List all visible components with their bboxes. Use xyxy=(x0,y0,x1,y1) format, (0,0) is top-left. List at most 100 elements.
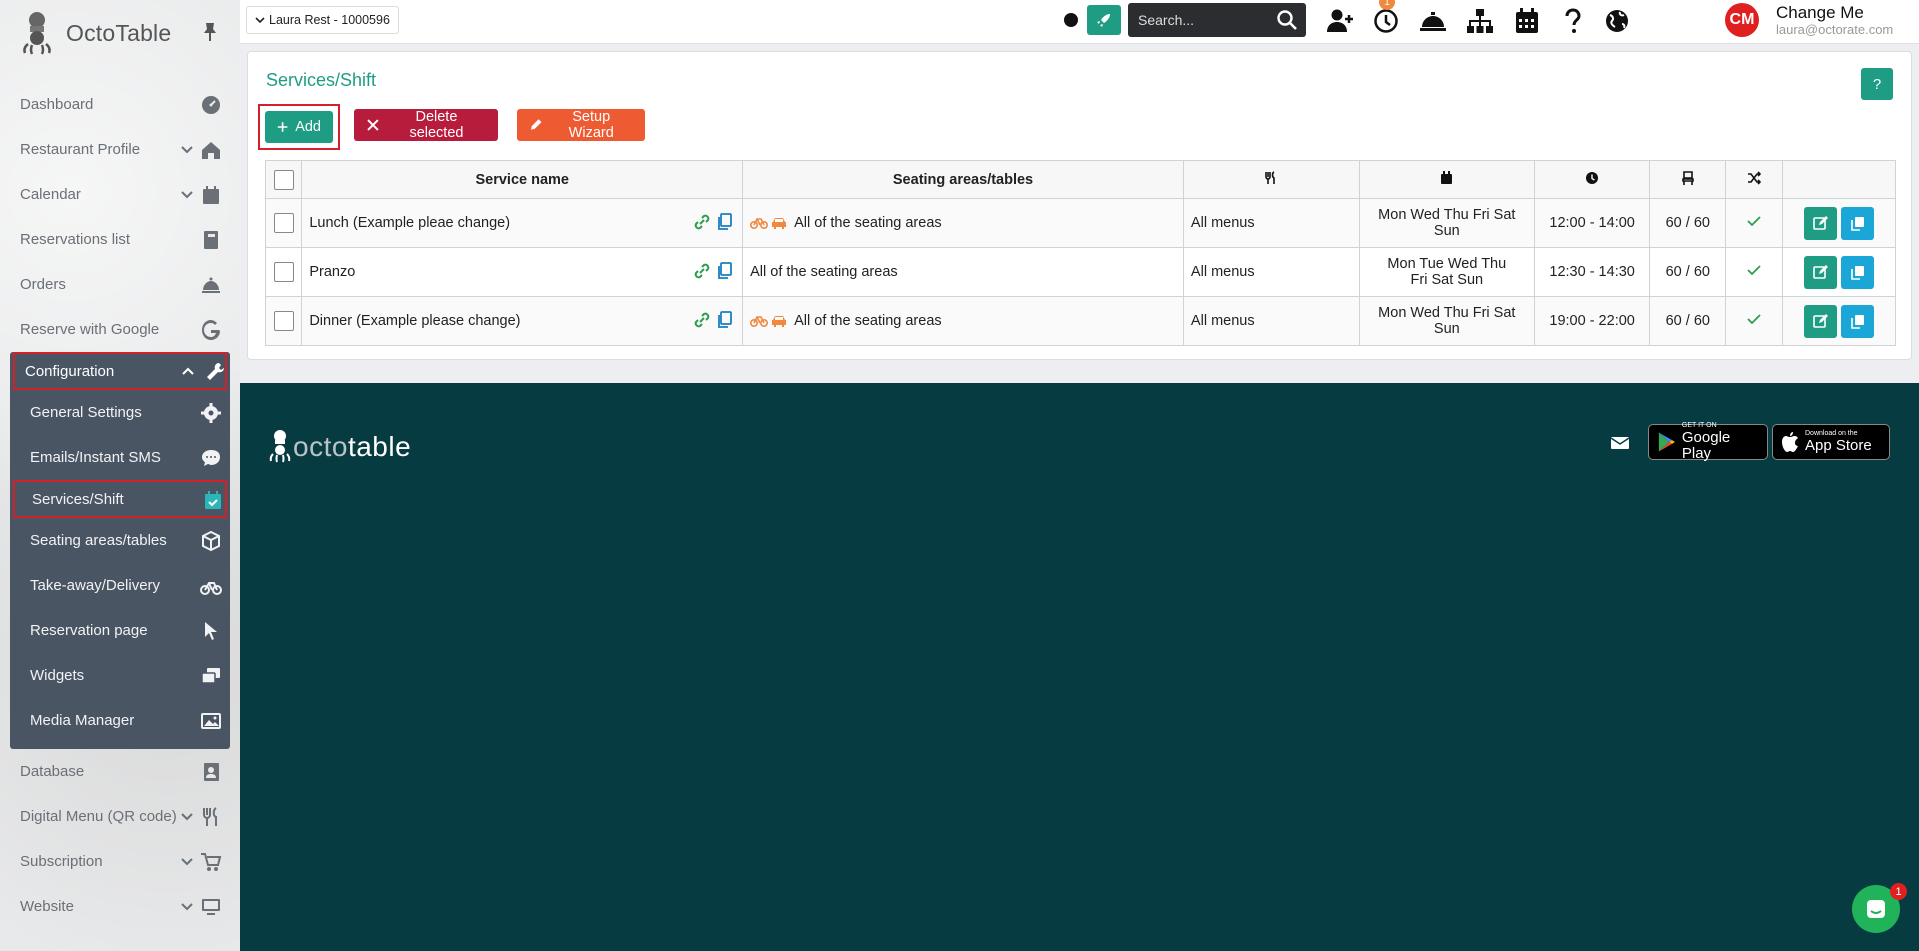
time-value: 12:00 - 14:00 xyxy=(1549,215,1635,231)
bell-icon xyxy=(202,277,220,293)
edit-button[interactable] xyxy=(1804,206,1838,240)
edit-icon xyxy=(1813,313,1829,328)
monitor-icon xyxy=(202,899,220,915)
pin-icon[interactable] xyxy=(198,20,222,44)
table-row[interactable]: Lunch (Example pleae change) All of the s… xyxy=(264,198,1896,248)
sidebar-item-configuration[interactable]: Configuration xyxy=(13,352,227,390)
setup-wizard-button[interactable]: Setup Wizard xyxy=(517,109,645,141)
link-icon[interactable] xyxy=(692,311,712,329)
search-input[interactable] xyxy=(1128,12,1268,28)
avatar[interactable]: CM xyxy=(1725,3,1759,37)
sidebar-item-home[interactable]: Restaurant Profile xyxy=(0,127,240,172)
app-logo[interactable]: OctoTable xyxy=(20,10,171,56)
sidebar-subitem-windows[interactable]: Widgets xyxy=(10,653,230,698)
sidebar-subitem-gear[interactable]: General Settings xyxy=(10,390,230,435)
chevron-down-icon[interactable] xyxy=(180,854,194,868)
sidebar-item-dashboard[interactable]: Dashboard xyxy=(0,82,240,127)
clock-icon[interactable] xyxy=(1371,6,1401,36)
calendar-check-icon xyxy=(205,491,221,509)
header-seating[interactable]: Seating areas/tables xyxy=(742,160,1184,199)
duplicate-icon[interactable] xyxy=(716,311,733,329)
sidebar: OctoTable Dashboard Restaurant Profile Cal… xyxy=(0,0,240,951)
globe-icon[interactable] xyxy=(1602,6,1632,36)
sidebar-item-bell[interactable]: Orders xyxy=(0,262,240,307)
sidebar-item-cart[interactable]: Subscription xyxy=(0,839,240,884)
sidebar-subitem-pointer[interactable]: Reservation page xyxy=(10,608,230,653)
random-cell xyxy=(1725,247,1784,297)
calendar-grid-icon[interactable] xyxy=(1512,6,1542,36)
select-all-checkbox[interactable] xyxy=(273,169,294,190)
search-icon[interactable] xyxy=(1276,9,1298,31)
help-question-icon[interactable] xyxy=(1558,6,1588,36)
service-name-cell[interactable]: Pranzo xyxy=(301,247,744,297)
link-icon[interactable] xyxy=(692,262,712,280)
sidebar-item-calendar[interactable]: Calendar xyxy=(0,172,240,217)
user-name[interactable]: Change Me xyxy=(1776,3,1864,23)
service-name-cell[interactable]: Lunch (Example pleae change) xyxy=(301,198,744,248)
sidebar-item-label: Configuration xyxy=(25,362,115,380)
days-cell: Mon Wed Thu Fri Sat Sun xyxy=(1358,198,1536,248)
restaurant-select[interactable]: Laura Rest - 1000596 xyxy=(246,6,399,34)
row-checkbox[interactable] xyxy=(273,262,294,282)
table-row[interactable]: Pranzo All of the seating areas All menus M… xyxy=(264,247,1896,297)
sidebar-item-utensils[interactable]: Digital Menu (QR code) xyxy=(0,794,240,839)
app-store-button[interactable]: Download on the App Store xyxy=(1772,424,1890,460)
google-play-button[interactable]: GET IT ON Google Play xyxy=(1648,422,1768,462)
copy-button[interactable] xyxy=(1841,255,1875,289)
chevron-down-icon[interactable] xyxy=(180,899,194,913)
sidebar-subitem-cube[interactable]: Seating areas/tables xyxy=(10,518,230,563)
mail-icon[interactable] xyxy=(1610,435,1630,451)
footer-logo[interactable]: octo table xyxy=(269,429,411,463)
edit-button[interactable] xyxy=(1804,255,1838,289)
sidebar-item-contact-book[interactable]: Database xyxy=(0,749,240,794)
sitemap-icon[interactable] xyxy=(1465,6,1495,36)
chevron-down-icon[interactable] xyxy=(180,142,194,156)
duplicate-icon[interactable] xyxy=(716,262,733,280)
check-icon xyxy=(1747,314,1762,325)
sidebar-item-book[interactable]: Reservations list xyxy=(0,217,240,262)
edit-button[interactable] xyxy=(1804,304,1838,338)
actions-cell xyxy=(1782,296,1896,346)
status-dot-icon[interactable] xyxy=(1064,13,1078,27)
sidebar-item-google[interactable]: Reserve with Google xyxy=(0,307,240,352)
capacity-cell: 60 / 60 xyxy=(1649,247,1727,297)
random-cell xyxy=(1725,296,1784,346)
sidebar-subitem-bicycle[interactable]: Take-away/Delivery xyxy=(10,563,230,608)
table-row[interactable]: Dinner (Example please change) All of the… xyxy=(264,296,1896,346)
bicycle-icon xyxy=(750,316,769,327)
help-button[interactable]: ? xyxy=(1861,68,1893,100)
header-time[interactable] xyxy=(1534,160,1651,199)
seating-value: All of the seating areas xyxy=(794,215,942,231)
copy-button[interactable] xyxy=(1841,206,1875,240)
row-select-cell xyxy=(264,247,303,297)
wrench-icon xyxy=(207,363,224,380)
header-capacity[interactable] xyxy=(1649,160,1727,199)
header-menu[interactable] xyxy=(1182,160,1360,199)
service-name-cell[interactable]: Dinner (Example please change) xyxy=(301,296,744,346)
chevron-down-icon[interactable] xyxy=(180,187,194,201)
add-user-icon[interactable] xyxy=(1325,6,1355,36)
footer-logo-part1: octo xyxy=(293,431,348,462)
copy-button[interactable] xyxy=(1841,304,1875,338)
header-random[interactable] xyxy=(1725,160,1784,199)
service-bell-icon[interactable] xyxy=(1418,6,1448,36)
add-button[interactable]: Add xyxy=(265,111,333,143)
row-checkbox[interactable] xyxy=(273,311,294,331)
sidebar-subitem-label: Media Manager xyxy=(30,712,135,729)
header-service-name[interactable]: Service name xyxy=(301,160,744,199)
header-days[interactable] xyxy=(1358,160,1536,199)
link-icon[interactable] xyxy=(692,213,712,231)
time-value: 19:00 - 22:00 xyxy=(1549,313,1635,329)
sidebar-subitem-chat-bubble[interactable]: Emails/Instant SMS xyxy=(10,435,230,480)
google-play-icon xyxy=(1658,432,1675,452)
sidebar-subitem-image[interactable]: Media Manager xyxy=(10,698,230,743)
chevron-down-icon[interactable] xyxy=(180,809,194,823)
sidebar-item-monitor[interactable]: Website xyxy=(0,884,240,929)
chevron-up-icon[interactable] xyxy=(181,364,195,378)
sidebar-subitem-calendar-check[interactable]: Services/Shift xyxy=(13,480,227,518)
chat-icon xyxy=(1867,900,1885,918)
utensils-icon xyxy=(203,807,217,826)
duplicate-icon[interactable] xyxy=(716,213,733,231)
row-checkbox[interactable] xyxy=(273,213,294,233)
delete-selected-button[interactable]: Delete selected xyxy=(354,109,498,141)
